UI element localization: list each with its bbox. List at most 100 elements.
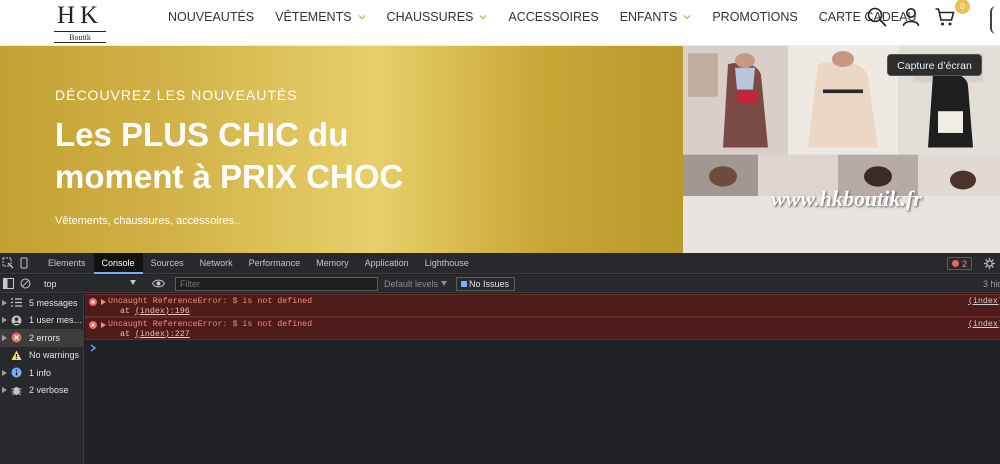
- expand-arrow-icon[interactable]: [101, 322, 106, 328]
- issues-flag-icon: [461, 281, 467, 287]
- site-logo[interactable]: HK Boutik: [52, 2, 108, 43]
- nav-item-vetements[interactable]: VÊTEMENTS: [275, 10, 365, 24]
- hero-photo-collage: www.hkboutik.fr: [683, 46, 1000, 253]
- chevron-down-icon: [479, 15, 487, 20]
- tab-application[interactable]: Application: [357, 253, 417, 274]
- nav-item-accessoires[interactable]: ACCESSOIRES: [508, 10, 598, 24]
- console-toolbar: top Default levels No Issues 3 hid: [0, 275, 1000, 293]
- sidebar-item-info[interactable]: 1 info: [0, 364, 83, 382]
- chevron-down-icon: [358, 15, 365, 20]
- hero-banner[interactable]: DÉCOUVREZ LES NOUVEAUTÉS Les PLUS CHIC d…: [0, 46, 1000, 253]
- nav-label: NOUVEAUTÉS: [168, 10, 255, 24]
- stack-frame: at (index):227: [120, 330, 190, 339]
- nav-item-nouveautes[interactable]: NOUVEAUTÉS: [168, 10, 254, 24]
- stack-prefix: at: [120, 307, 135, 316]
- search-icon[interactable]: [866, 6, 888, 28]
- stack-frame-link[interactable]: (index):196: [135, 307, 190, 316]
- nav-label: PROMOTIONS: [712, 10, 798, 24]
- hero-title: Les PLUS CHIC du moment à PRIX CHOC: [55, 116, 404, 195]
- sidebar-label: 1 info: [29, 367, 52, 378]
- hero-description: Vêtements, chaussures, accessoires..: [55, 215, 241, 227]
- expand-arrow-icon: [2, 387, 7, 394]
- sidebar-label: 5 messages: [29, 297, 78, 308]
- issues-button[interactable]: No Issues: [456, 277, 515, 291]
- issues-label: No Issues: [469, 279, 510, 289]
- bug-icon: [11, 386, 22, 396]
- error-icon: [11, 332, 22, 343]
- console-prompt-icon[interactable]: [90, 344, 96, 352]
- devtools-panel: Elements Console Sources Network Perform…: [0, 252, 1000, 464]
- stack-prefix: at: [120, 330, 135, 339]
- error-message: Uncaught ReferenceError: $ is not define…: [108, 297, 313, 306]
- list-icon: [11, 298, 22, 307]
- sidebar-toggle-icon[interactable]: [3, 278, 14, 289]
- clear-console-icon[interactable]: [20, 278, 31, 289]
- sidebar-item-verbose[interactable]: 2 verbose: [0, 382, 83, 400]
- eye-icon[interactable]: [152, 278, 165, 289]
- photo-watermark: www.hkboutik.fr: [771, 186, 922, 211]
- nav-item-enfants[interactable]: ENFANTS: [620, 10, 692, 24]
- console-sidebar: 5 messages 1 user mes… 2 errors No warni…: [0, 294, 84, 464]
- caret-down-icon: [441, 281, 447, 286]
- tab-elements[interactable]: Elements: [40, 253, 94, 274]
- console-error-row[interactable]: Uncaught ReferenceError: $ is not define…: [85, 317, 1000, 340]
- sidebar-label: No warnings: [29, 350, 80, 361]
- source-link[interactable]: (index): [968, 297, 1000, 306]
- cart-icon[interactable]: [934, 6, 956, 28]
- filter-input[interactable]: [175, 277, 378, 291]
- stack-frame-link[interactable]: (index):227: [135, 330, 190, 339]
- info-icon: [11, 367, 22, 378]
- error-count: 2: [962, 258, 968, 269]
- sidebar-item-messages[interactable]: 5 messages: [0, 294, 83, 312]
- sidebar-label: 2 errors: [29, 332, 61, 343]
- site-header: HK Boutik NOUVEAUTÉS VÊTEMENTS CHAUSSURE…: [0, 0, 1000, 46]
- caret-down-icon: [130, 280, 136, 285]
- expand-arrow-icon: [2, 317, 7, 324]
- hero-gold-panel: DÉCOUVREZ LES NOUVEAUTÉS Les PLUS CHIC d…: [0, 46, 683, 253]
- logo-underline: [54, 42, 106, 43]
- gear-icon[interactable]: [983, 257, 996, 270]
- main-nav: NOUVEAUTÉS VÊTEMENTS CHAUSSURES ACCESSOI…: [168, 0, 937, 34]
- window-edge-control: [990, 6, 1000, 34]
- tab-console[interactable]: Console: [93, 252, 143, 274]
- error-dot-icon: [952, 260, 959, 267]
- device-toggle-icon[interactable]: [18, 257, 30, 269]
- log-levels-dropdown[interactable]: Default levels: [384, 277, 438, 291]
- sidebar-item-user-messages[interactable]: 1 user mes…: [0, 312, 83, 330]
- logo-text: HK: [56, 2, 104, 29]
- tab-lighthouse[interactable]: Lighthouse: [417, 253, 477, 274]
- source-link[interactable]: (index): [968, 320, 1000, 329]
- nav-label: ENFANTS: [619, 10, 678, 24]
- sidebar-label: 1 user mes…: [29, 315, 83, 326]
- devtools-tool-icons: [0, 257, 40, 269]
- inspect-element-icon[interactable]: [2, 257, 14, 269]
- user-icon[interactable]: [900, 6, 922, 28]
- tab-performance[interactable]: Performance: [241, 253, 309, 274]
- stack-frame: at (index):196: [120, 307, 190, 316]
- nav-label: VÊTEMENTS: [275, 10, 352, 24]
- chevron-down-icon: [683, 15, 691, 20]
- header-actions: [866, 6, 968, 28]
- error-count-badge[interactable]: 2: [947, 257, 973, 270]
- nav-label: ACCESSOIRES: [508, 10, 599, 24]
- expand-arrow-icon: [2, 369, 7, 376]
- context-selector[interactable]: top: [40, 277, 140, 291]
- expand-arrow-icon[interactable]: [101, 299, 106, 305]
- nav-label: CHAUSSURES: [386, 10, 474, 24]
- expand-arrow-icon: [2, 334, 7, 341]
- nav-item-chaussures[interactable]: CHAUSSURES: [387, 10, 488, 24]
- console-error-row[interactable]: Uncaught ReferenceError: $ is not define…: [85, 294, 1000, 317]
- error-message: Uncaught ReferenceError: $ is not define…: [108, 320, 313, 329]
- sidebar-item-warnings[interactable]: No warnings: [0, 347, 83, 365]
- tab-sources[interactable]: Sources: [143, 253, 192, 274]
- console-output: Uncaught ReferenceError: $ is not define…: [85, 294, 1000, 464]
- hidden-messages-count: 3 hid: [983, 279, 1000, 289]
- expand-arrow-icon: [2, 299, 7, 306]
- logo-divider: [54, 31, 106, 32]
- nav-item-promotions[interactable]: PROMOTIONS: [712, 10, 797, 24]
- warning-icon: [11, 350, 22, 360]
- hero-kicker: DÉCOUVREZ LES NOUVEAUTÉS: [55, 87, 298, 103]
- tab-network[interactable]: Network: [192, 253, 241, 274]
- tab-memory[interactable]: Memory: [308, 253, 357, 274]
- sidebar-item-errors[interactable]: 2 errors: [0, 329, 83, 347]
